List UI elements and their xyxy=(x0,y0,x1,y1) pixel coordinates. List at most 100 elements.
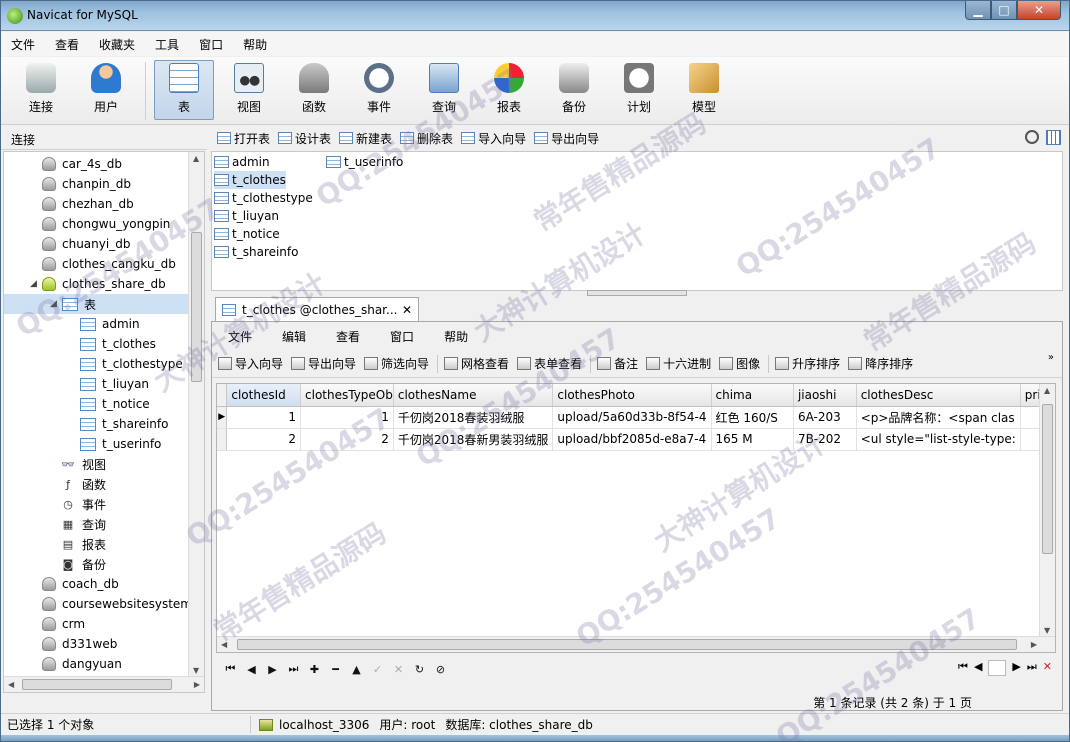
tree-table-admin[interactable]: admin xyxy=(4,314,190,334)
open-table-button[interactable]: 打开表 xyxy=(217,130,270,147)
object-table-t-shareinfo[interactable]: t_shareinfo xyxy=(214,243,298,261)
cell[interactable]: <ul style="list-style-type: xyxy=(856,428,1021,451)
delete-record-icon[interactable]: ━ xyxy=(325,663,346,676)
tree-vertical-scrollbar[interactable]: ▲ ▼ xyxy=(188,152,204,677)
scrollbar-thumb[interactable] xyxy=(191,232,202,382)
tree-db-coursewebsitesystem[interactable]: coursewebsitesystem xyxy=(4,594,192,614)
chevron-more-icon[interactable]: » xyxy=(1048,352,1054,363)
tree-table-t-clothestype[interactable]: t_clothestype xyxy=(4,354,190,374)
tree-events-node[interactable]: ◷ 事件 xyxy=(4,494,190,514)
add-record-icon[interactable]: ✚ xyxy=(304,663,325,676)
first-record-icon[interactable]: ⏮ xyxy=(220,662,241,676)
scroll-down-icon[interactable]: ▼ xyxy=(193,666,199,675)
data-menu-window[interactable]: 窗口 xyxy=(384,328,420,345)
previous-record-icon[interactable]: ◀ xyxy=(241,663,262,676)
toolbar-user-button[interactable]: 用户 xyxy=(76,60,136,120)
cell[interactable]: 7B-202 xyxy=(793,428,857,451)
next-page-icon[interactable]: ▶ xyxy=(1012,660,1020,676)
tree-horizontal-scrollbar[interactable]: ◀ ▶ xyxy=(4,676,204,692)
memo-button[interactable]: 备注 xyxy=(597,355,638,372)
tab-t-clothes[interactable]: t_clothes @clothes_shar... ✕ xyxy=(215,297,419,321)
scroll-right-icon[interactable]: ▶ xyxy=(194,680,200,689)
cell[interactable]: 165 M xyxy=(711,428,794,451)
search-icon[interactable] xyxy=(1025,130,1039,144)
tree-db-clothes-cangku-db[interactable]: clothes_cangku_db xyxy=(4,254,190,274)
tree-tables-node[interactable]: ◢ 表 xyxy=(4,294,190,314)
tree-db-dangyuan[interactable]: dangyuan xyxy=(4,654,190,674)
menu-tools[interactable]: 工具 xyxy=(149,36,185,53)
last-page-icon[interactable]: ⏭ xyxy=(1027,660,1037,676)
tree-db-chongwu-yongpin[interactable]: chongwu_yongpin xyxy=(4,214,190,234)
previous-page-icon[interactable]: ◀ xyxy=(974,660,982,676)
column-header-jiaoshi[interactable]: jiaoshi xyxy=(793,384,857,407)
page-number-input[interactable] xyxy=(988,660,1007,676)
table-row[interactable]: ▶ 1 1 千仞岗2018春装羽绒服 upload/5a60d33b-8f54-… xyxy=(217,406,1055,429)
cell[interactable]: upload/5a60d33b-8f54-4 xyxy=(552,406,712,429)
hex-button[interactable]: 十六进制 xyxy=(646,355,711,372)
scrollbar-thumb[interactable] xyxy=(237,639,1017,650)
scrollbar-thumb[interactable] xyxy=(1042,404,1053,554)
grid-horizontal-scrollbar[interactable]: ◀ ▶ xyxy=(217,636,1055,652)
next-record-icon[interactable]: ▶ xyxy=(262,663,283,676)
toolbar-event-button[interactable]: 事件 xyxy=(349,60,409,120)
grid-vertical-scrollbar[interactable]: ▲ ▼ xyxy=(1039,384,1055,637)
column-header-clothesname[interactable]: clothesName xyxy=(393,384,554,407)
tree-queries-node[interactable]: ▦ 查询 xyxy=(4,514,190,534)
tree-table-t-clothes[interactable]: t_clothes xyxy=(4,334,190,354)
cell[interactable]: 红色 160/S xyxy=(711,406,794,429)
tree-table-t-userinfo[interactable]: t_userinfo xyxy=(4,434,190,454)
tree-db-clothes-share-db[interactable]: ◢ clothes_share_db xyxy=(4,274,190,294)
cell[interactable]: upload/bbf2085d-e8a7-4 xyxy=(552,428,712,451)
tree-table-t-liuyan[interactable]: t_liuyan xyxy=(4,374,190,394)
scroll-down-icon[interactable]: ▼ xyxy=(1044,626,1050,635)
tree-functions-node[interactable]: ƒ 函数 xyxy=(4,474,190,494)
close-icon[interactable]: ✕ xyxy=(402,303,412,317)
last-record-icon[interactable]: ⏭ xyxy=(283,662,304,676)
scrollbar-thumb[interactable] xyxy=(22,679,172,690)
data-menu-help[interactable]: 帮助 xyxy=(438,328,474,345)
tree-reports-node[interactable]: ▤ 报表 xyxy=(4,534,190,554)
data-menu-view[interactable]: 查看 xyxy=(330,328,366,345)
collapse-arrow-icon[interactable]: ◢ xyxy=(30,279,40,289)
cell[interactable]: 2 xyxy=(300,428,394,451)
menu-file[interactable]: 文件 xyxy=(5,36,41,53)
scroll-right-icon[interactable]: ▶ xyxy=(1031,640,1037,649)
object-table-t-clothes[interactable]: t_clothes xyxy=(214,171,286,189)
form-view-button[interactable]: 表单查看 xyxy=(517,355,582,372)
cell[interactable]: 千仞岗2018春新男装羽绒服 xyxy=(393,428,554,451)
tree-table-t-shareinfo[interactable]: t_shareinfo xyxy=(4,414,190,434)
delete-table-button[interactable]: 删除表 xyxy=(400,130,453,147)
discard-changes-icon[interactable]: ✕ xyxy=(388,663,409,676)
menu-view[interactable]: 查看 xyxy=(49,36,85,53)
menu-help[interactable]: 帮助 xyxy=(237,36,273,53)
apply-changes-icon[interactable]: ✓ xyxy=(367,663,388,676)
tree-db-chezhan-db[interactable]: chezhan_db xyxy=(4,194,190,214)
data-menu-edit[interactable]: 编辑 xyxy=(276,328,312,345)
column-header-clothesphoto[interactable]: clothesPhoto xyxy=(552,384,712,407)
toolbar-view-button[interactable]: 视图 xyxy=(219,60,279,120)
object-table-t-notice[interactable]: t_notice xyxy=(214,225,280,243)
import-wizard-button[interactable]: 导入向导 xyxy=(218,355,283,372)
close-icon[interactable]: ✕ xyxy=(1043,660,1052,676)
first-page-icon[interactable]: ⏮ xyxy=(958,660,968,676)
cell[interactable]: <p>品牌名称：<span clas xyxy=(856,406,1021,429)
menu-window[interactable]: 窗口 xyxy=(193,36,229,53)
cell[interactable]: 6A-203 xyxy=(793,406,857,429)
toolbar-backup-button[interactable]: 备份 xyxy=(544,60,604,120)
toolbar-query-button[interactable]: 查询 xyxy=(414,60,474,120)
import-wizard-button[interactable]: 导入向导 xyxy=(461,130,526,147)
toolbar-table-button[interactable]: 表 xyxy=(154,60,214,120)
table-row[interactable]: 2 2 千仞岗2018春新男装羽绒服 upload/bbf2085d-e8a7-… xyxy=(217,428,1055,451)
tree-table-t-notice[interactable]: t_notice xyxy=(4,394,190,414)
tree-views-node[interactable]: 👓 视图 xyxy=(4,454,190,474)
toolbar-model-button[interactable]: 模型 xyxy=(674,60,734,120)
cell[interactable]: 千仞岗2018春装羽绒服 xyxy=(393,406,554,429)
refresh-icon[interactable]: ↻ xyxy=(409,663,430,676)
toolbar-function-button[interactable]: 函数 xyxy=(284,60,344,120)
minimize-button[interactable]: ▁ xyxy=(965,1,991,20)
column-header-clothesdesc[interactable]: clothesDesc xyxy=(856,384,1021,407)
design-table-button[interactable]: 设计表 xyxy=(278,130,331,147)
image-button[interactable]: 图像 xyxy=(719,355,760,372)
menu-favorites[interactable]: 收藏夹 xyxy=(93,36,141,53)
grid-view-button[interactable]: 网格查看 xyxy=(444,355,509,372)
